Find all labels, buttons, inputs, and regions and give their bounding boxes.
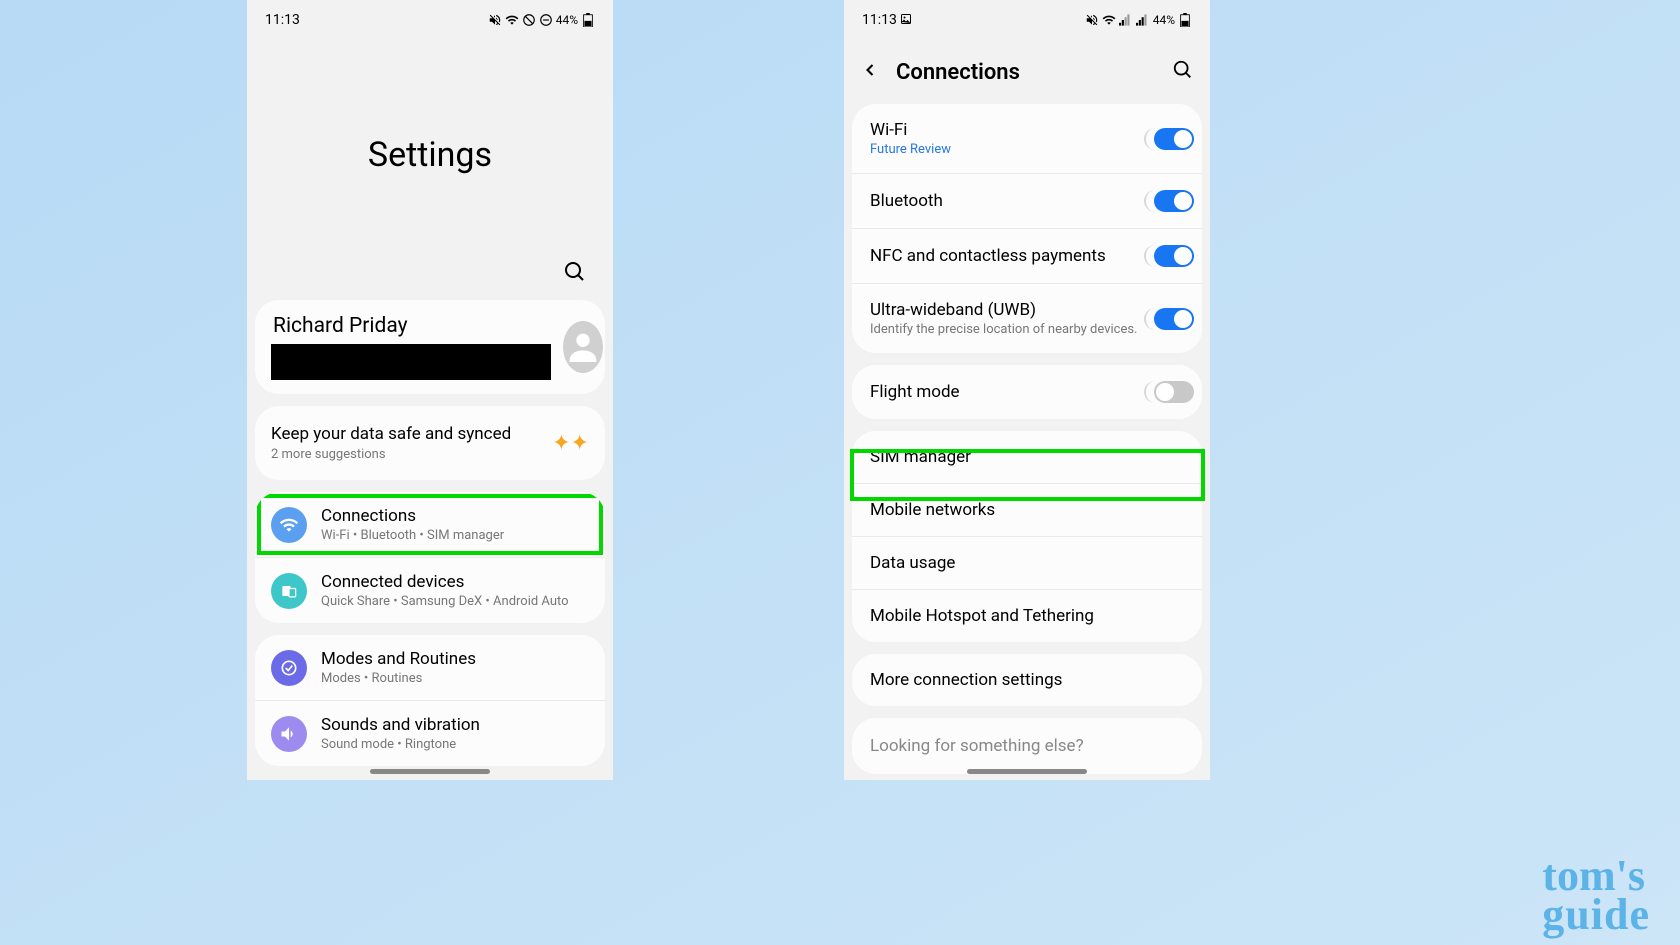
conn-nfc[interactable]: NFC and contactless payments (852, 229, 1202, 284)
status-icons: 44% (1085, 13, 1192, 27)
mute-icon (488, 13, 502, 27)
flight-toggle[interactable] (1144, 381, 1184, 403)
conn-data-usage[interactable]: Data usage (852, 537, 1202, 590)
signal-icon-2 (1136, 13, 1150, 27)
picture-icon (900, 13, 912, 25)
dnd-icon (539, 13, 553, 27)
mute-icon (1085, 13, 1099, 27)
setting-modes[interactable]: Modes and Routines Modes • Routines (255, 635, 605, 701)
nav-bar (370, 769, 490, 774)
back-button[interactable] (860, 58, 880, 86)
status-bar: 11:13 44% (844, 0, 1210, 40)
avatar (563, 321, 603, 373)
conn-flight-mode[interactable]: Flight mode (852, 365, 1202, 419)
battery-icon (581, 13, 595, 27)
bluetooth-toggle[interactable] (1144, 190, 1184, 212)
search-icon (563, 260, 587, 284)
status-icons: 44% (488, 13, 595, 27)
setting-sub: Modes • Routines (321, 671, 589, 686)
settings-group-1: Connections Wi-Fi • Bluetooth • SIM mana… (255, 492, 605, 623)
page-title: Connections (896, 60, 1156, 85)
chevron-left-icon (860, 60, 880, 80)
watermark-line2: guide (1542, 895, 1650, 935)
search-button[interactable] (563, 260, 587, 288)
search-button[interactable] (1172, 59, 1194, 85)
battery-icon (1178, 13, 1192, 27)
watermark: tom's guide (1542, 856, 1650, 935)
setting-label: Connections (321, 506, 589, 526)
person-icon (563, 327, 603, 367)
signal-icon (1119, 13, 1133, 27)
nav-bar (967, 769, 1087, 774)
nfc-toggle[interactable] (1144, 245, 1184, 267)
conn-sim-manager[interactable]: SIM manager (852, 431, 1202, 484)
setting-connected-devices[interactable]: Connected devices Quick Share • Samsung … (255, 558, 605, 623)
connection-footer: Looking for something else? (852, 718, 1202, 774)
phone-screenshot-connections: 11:13 44% Connections Wi-FiFuture Review… (844, 0, 1210, 780)
conn-hotspot[interactable]: Mobile Hotspot and Tethering (852, 590, 1202, 642)
suggestion-title: Keep your data safe and synced (271, 424, 511, 444)
conn-wifi[interactable]: Wi-FiFuture Review (852, 104, 1202, 174)
connection-group-sim: SIM manager Mobile networks Data usage M… (852, 431, 1202, 642)
conn-bluetooth[interactable]: Bluetooth (852, 174, 1202, 229)
footer-text: Looking for something else? (852, 718, 1202, 774)
page-title: Settings (368, 135, 492, 175)
modes-icon (271, 650, 307, 686)
status-time: 11:13 (862, 12, 912, 28)
setting-connections[interactable]: Connections Wi-Fi • Bluetooth • SIM mana… (255, 492, 605, 558)
setting-label: Modes and Routines (321, 649, 589, 669)
setting-sub: Quick Share • Samsung DeX • Android Auto (321, 594, 589, 609)
setting-label: Connected devices (321, 572, 589, 592)
uwb-toggle[interactable] (1144, 308, 1184, 330)
conn-uwb[interactable]: Ultra-wideband (UWB)Identify the precise… (852, 284, 1202, 353)
sparkle-icon: ✦✦ (552, 431, 589, 456)
conn-more-settings[interactable]: More connection settings (852, 654, 1202, 706)
setting-sub: Sound mode • Ringtone (321, 737, 589, 752)
redacted-email (271, 344, 551, 380)
suggestion-card[interactable]: Keep your data safe and synced 2 more su… (255, 406, 605, 480)
connection-group-flight: Flight mode (852, 365, 1202, 419)
setting-sounds[interactable]: Sounds and vibration Sound mode • Ringto… (255, 701, 605, 766)
phone-screenshot-settings: 11:13 44% Settings Richard Priday Keep y… (247, 0, 613, 780)
search-icon (1172, 59, 1194, 81)
settings-group-2: Modes and Routines Modes • Routines Soun… (255, 635, 605, 766)
setting-sub: Wi-Fi • Bluetooth • SIM manager (321, 528, 589, 543)
suggestion-sub: 2 more suggestions (271, 447, 511, 462)
conn-mobile-networks[interactable]: Mobile networks (852, 484, 1202, 537)
battery-text: 44% (556, 13, 578, 27)
no-location-icon (522, 13, 536, 27)
status-time: 11:13 (265, 12, 300, 28)
connection-group-more: More connection settings (852, 654, 1202, 706)
wifi-toggle[interactable] (1144, 128, 1184, 150)
profile-card[interactable]: Richard Priday (255, 300, 605, 394)
devices-icon (271, 573, 307, 609)
connection-group-wireless: Wi-FiFuture Review Bluetooth NFC and con… (852, 104, 1202, 353)
setting-label: Sounds and vibration (321, 715, 589, 735)
wifi-setting-icon (271, 507, 307, 543)
connections-header: Connections (844, 40, 1210, 104)
settings-header: Settings (247, 40, 613, 300)
status-bar: 11:13 44% (247, 0, 613, 40)
wifi-icon (505, 13, 519, 27)
sound-icon (271, 716, 307, 752)
battery-text: 44% (1153, 13, 1175, 27)
wifi-icon (1102, 13, 1116, 27)
profile-name: Richard Priday (271, 314, 551, 338)
